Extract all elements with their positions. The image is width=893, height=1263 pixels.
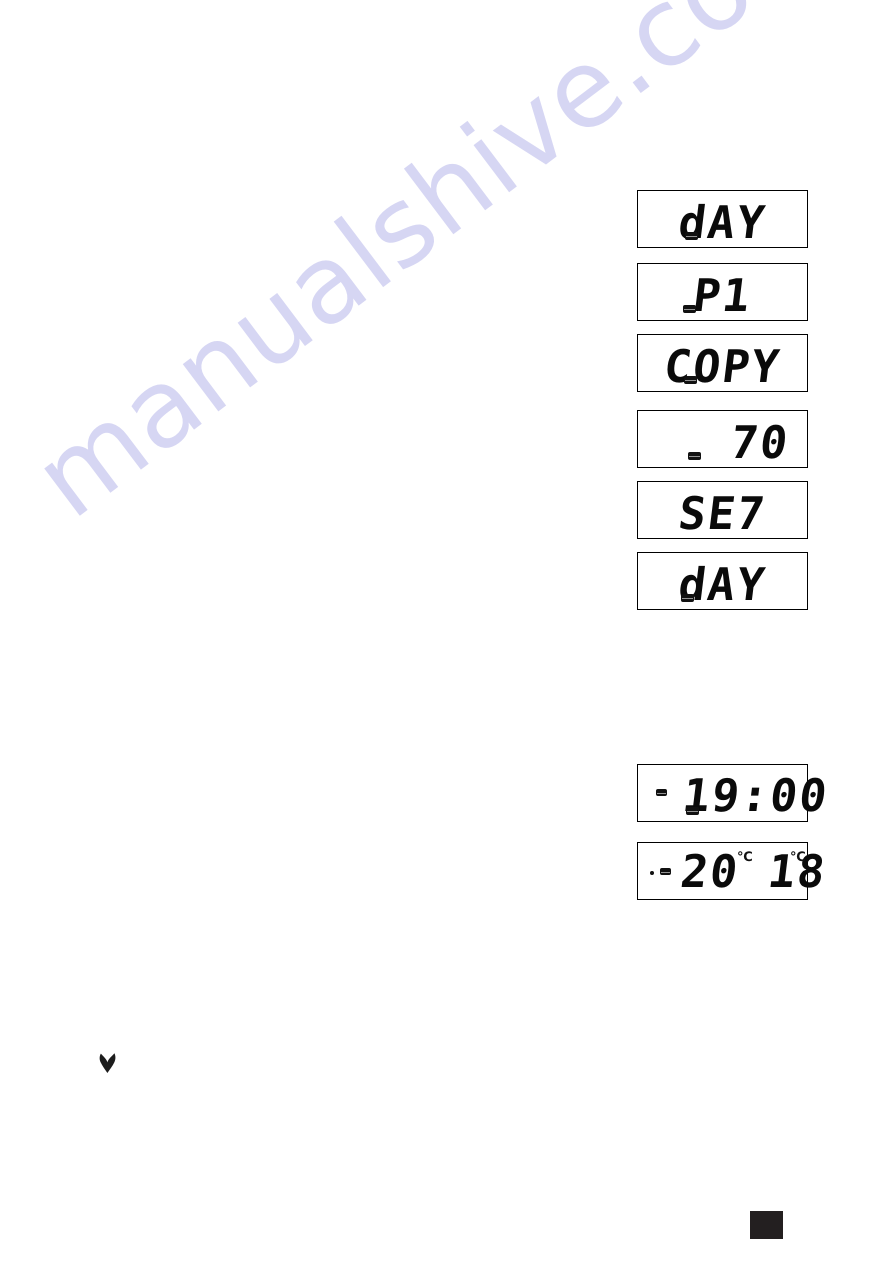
- manual-page: manualshive.com dAY P1 COPY 70 SE7 dAY 1…: [0, 0, 893, 1263]
- display-program-p1: P1: [637, 263, 808, 322]
- watermark: manualshive.com: [12, 0, 862, 543]
- display-set: SE7: [637, 481, 808, 540]
- display-value-70-value: 70: [727, 416, 793, 469]
- display-program-p1-value: P1: [690, 269, 755, 322]
- mode-indicator-icon: [684, 376, 697, 384]
- mode-indicator-icon: [656, 789, 667, 796]
- mode-indicator-icon: [681, 594, 694, 602]
- mode-indicator-icon: [683, 305, 696, 313]
- display-copy: COPY: [637, 334, 808, 393]
- mode-indicator-icon: [688, 452, 701, 460]
- display-clock: 19:00: [637, 764, 832, 822]
- display-temperatures-value: 20 18: [677, 845, 830, 898]
- degree-celsius-icon-1: ℃: [737, 850, 753, 865]
- display-value-70: 70: [637, 410, 808, 469]
- leaf-icon: [99, 1053, 116, 1073]
- display-temperatures: 20 18 ℃ ℃: [637, 842, 830, 900]
- page-number-block: [750, 1211, 783, 1239]
- display-day-2: dAY: [637, 552, 808, 611]
- display-day-1: dAY: [637, 190, 808, 249]
- display-copy-value: COPY: [661, 340, 784, 393]
- display-clock-value: 19:00: [679, 769, 832, 822]
- dot-icon: [650, 871, 654, 875]
- mode-indicator-icon: [685, 232, 698, 240]
- mode-indicator-icon: [686, 807, 699, 815]
- mode-indicator-icon: [660, 868, 671, 875]
- degree-celsius-icon-2: ℃: [790, 850, 806, 865]
- display-day-1-value: dAY: [675, 196, 770, 249]
- display-day-2-value: dAY: [675, 558, 770, 611]
- display-set-value: SE7: [675, 487, 770, 540]
